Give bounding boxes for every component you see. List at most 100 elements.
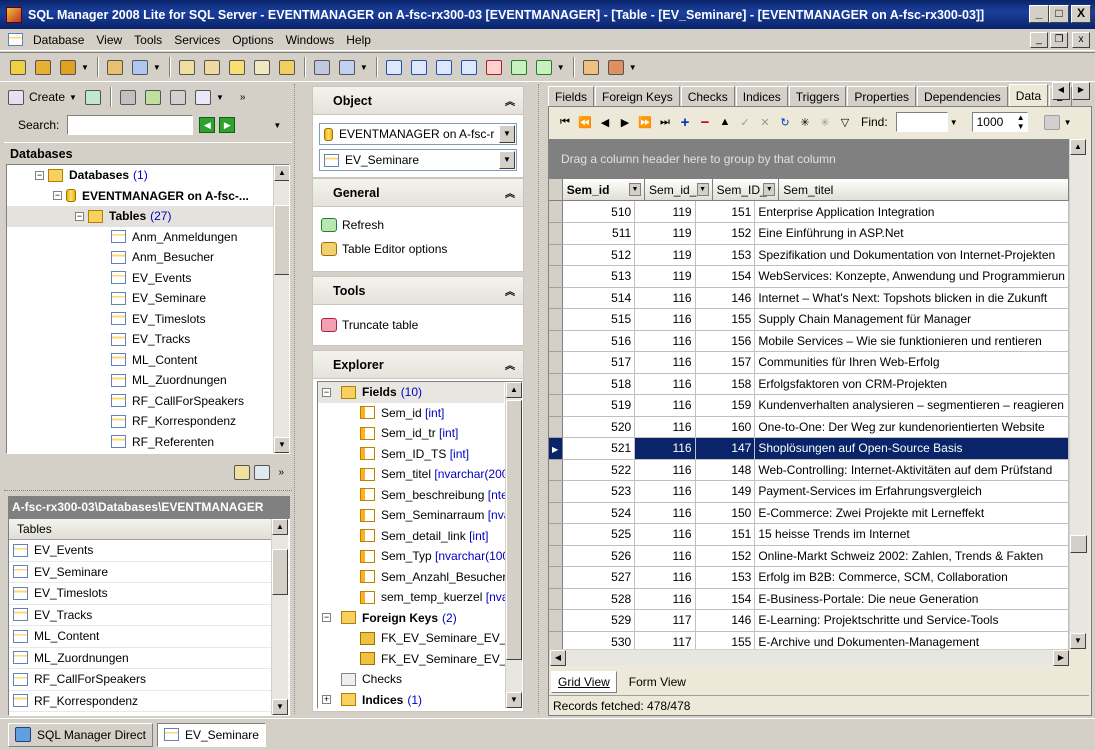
- table-cell[interactable]: Payment-Services im Erfahrungsvergleich: [754, 480, 1069, 503]
- explorer-field-item[interactable]: sem_temp_kuerzel [nvar: [318, 587, 512, 608]
- table-cell[interactable]: WebServices: Konzepte, Anwendung und Pro…: [754, 265, 1069, 288]
- table-cell[interactable]: 150: [695, 502, 756, 524]
- menu-help[interactable]: Help: [340, 33, 377, 47]
- row-indicator[interactable]: [549, 609, 563, 632]
- next-page-button[interactable]: ⏩: [635, 111, 655, 133]
- tab-indices[interactable]: Indices: [735, 86, 788, 108]
- grid-view-tab[interactable]: Grid View: [551, 671, 617, 693]
- table-cell[interactable]: 116: [634, 308, 696, 331]
- dropdown-arrow-icon[interactable]: ▼: [499, 151, 515, 169]
- explorer-field-item[interactable]: Sem_id_tr [int]: [318, 423, 504, 444]
- table-cell[interactable]: 530: [562, 631, 636, 649]
- tree-table-item[interactable]: EV_Seminare: [7, 288, 273, 309]
- table-cell[interactable]: 158: [695, 373, 756, 395]
- search-prev-icon[interactable]: ◀: [199, 117, 216, 133]
- tab-properties[interactable]: Properties: [847, 86, 917, 108]
- tree-table-item[interactable]: Anm_Anmeldungen: [7, 227, 273, 248]
- tree-databases-node[interactable]: − Databases (1): [7, 165, 273, 186]
- collapse-icon[interactable]: −: [53, 191, 62, 201]
- table-row[interactable]: 526 116 152 Online-Markt Schweiz 2002: Zahl…: [549, 545, 1069, 567]
- cancel-edit-button[interactable]: ✕: [755, 111, 775, 133]
- table-row[interactable]: ▶ 521 116 147 Shoplösungen auf Open-Source B…: [549, 437, 1069, 460]
- table-cell[interactable]: 147: [695, 437, 756, 460]
- table-row[interactable]: 525 116 151 15 heisse Trends im Internet: [549, 523, 1069, 546]
- row-indicator[interactable]: [549, 631, 563, 649]
- scroll-up-button[interactable]: ▲: [1070, 139, 1086, 155]
- row-indicator[interactable]: [549, 480, 563, 503]
- table-cell[interactable]: 116: [634, 437, 696, 460]
- table-cell[interactable]: 116: [634, 588, 696, 610]
- table-cell[interactable]: E-Business-Portale: Die neue Generation: [754, 588, 1069, 610]
- table-row[interactable]: 530 117 155 E-Archive und Dokumenten-Manage…: [549, 631, 1069, 649]
- object-table-combo[interactable]: EV_Seminare ▼: [319, 149, 517, 171]
- column-header[interactable]: Sem_id_ ▼: [645, 179, 713, 201]
- tree-table-item[interactable]: RF_Referenten: [7, 432, 273, 453]
- table-cell[interactable]: Erfolgsfaktoren von CRM-Projekten: [754, 373, 1069, 395]
- script-button[interactable]: [225, 56, 249, 78]
- prior-record-button[interactable]: ◀: [595, 111, 615, 133]
- table-row[interactable]: 527 116 153 Erfolg im B2B: Commerce, SCM, C…: [549, 566, 1069, 589]
- table-cell[interactable]: 521: [562, 437, 636, 460]
- tab-data[interactable]: Data: [1008, 84, 1049, 108]
- table-cell[interactable]: 155: [695, 631, 756, 649]
- collapse-chevron-icon[interactable]: ︽: [505, 283, 515, 298]
- table-cell[interactable]: Internet – What's Next: Topshots blicken…: [754, 287, 1069, 309]
- spinner-arrows-icon[interactable]: ▲ ▼: [1017, 113, 1025, 131]
- explorer-fields-node[interactable]: − Fields (10): [318, 382, 504, 403]
- menu-options[interactable]: Options: [226, 33, 279, 47]
- query-builder-button[interactable]: [200, 56, 224, 78]
- row-indicator[interactable]: [549, 330, 563, 352]
- table-row[interactable]: 513 119 154 WebServices: Konzepte, Anwendun…: [549, 265, 1069, 288]
- table-row[interactable]: 515 116 155 Supply Chain Management für Man…: [549, 308, 1069, 331]
- table-cell[interactable]: 117: [634, 609, 696, 632]
- table-row[interactable]: 516 116 156 Mobile Services – Wie sie funkt…: [549, 330, 1069, 352]
- row-indicator[interactable]: [549, 523, 563, 546]
- table-row[interactable]: 510 119 151 Enterprise Application Integrat…: [549, 201, 1069, 223]
- export-button[interactable]: [250, 56, 274, 78]
- table-cell[interactable]: 116: [634, 330, 696, 352]
- mdi-close-button[interactable]: x: [1072, 32, 1090, 48]
- disconnect-button[interactable]: [116, 86, 140, 108]
- table-cell[interactable]: 523: [562, 480, 636, 503]
- splitter[interactable]: [4, 490, 292, 494]
- scroll-up-button[interactable]: ▲: [274, 165, 289, 181]
- unregister-button[interactable]: [604, 56, 628, 78]
- table-editor-options-task[interactable]: Table Editor options: [317, 237, 523, 261]
- table-cell[interactable]: 116: [634, 566, 696, 589]
- scroll-down-button[interactable]: ▼: [1070, 633, 1086, 649]
- table-cell[interactable]: 116: [634, 373, 696, 395]
- sql-editor-button[interactable]: [175, 56, 199, 78]
- properties-button[interactable]: [128, 56, 152, 78]
- tab-foreign-keys[interactable]: Foreign Keys: [595, 86, 680, 108]
- connect-tree-button[interactable]: [141, 86, 165, 108]
- tab-fields[interactable]: Fields: [548, 86, 595, 108]
- last-record-button[interactable]: ⏭: [655, 111, 675, 133]
- table-cell[interactable]: 516: [562, 330, 636, 352]
- table-cell[interactable]: 152: [695, 545, 756, 567]
- table-cell[interactable]: 524: [562, 502, 636, 524]
- table-row[interactable]: 520 116 160 One-to-One: Der Weg zur kundeno…: [549, 416, 1069, 438]
- table-cell[interactable]: 116: [634, 394, 696, 417]
- new-db-button[interactable]: [6, 56, 30, 78]
- scroll-down-button[interactable]: ▼: [272, 699, 288, 715]
- users-button[interactable]: [310, 56, 334, 78]
- table-cell[interactable]: 525: [562, 523, 636, 546]
- bookmark-button[interactable]: ✳: [795, 111, 815, 133]
- window-list-button[interactable]: [457, 56, 481, 78]
- row-indicator[interactable]: ▶: [549, 437, 563, 460]
- scroll-down-button[interactable]: ▼: [506, 692, 522, 708]
- mdi-restore-button[interactable]: ❐: [1050, 32, 1068, 48]
- table-cell[interactable]: E-Commerce: Zwei Projekte mit Lerneffekt: [754, 502, 1069, 524]
- explorer-fk-node[interactable]: − Foreign Keys (2): [318, 608, 504, 629]
- explorer-header[interactable]: Explorer ︽: [313, 351, 523, 379]
- table-cell[interactable]: 116: [634, 351, 696, 374]
- overflow-chevron-icon[interactable]: »: [278, 467, 284, 478]
- filter-dropdown-icon[interactable]: ▼: [629, 183, 642, 196]
- table-cell[interactable]: 116: [634, 287, 696, 309]
- table-row[interactable]: 523 116 149 Payment-Services im Erfahrungsv…: [549, 480, 1069, 503]
- create-button[interactable]: Create: [29, 90, 65, 104]
- row-indicator[interactable]: [549, 502, 563, 524]
- table-cell[interactable]: Supply Chain Management für Manager: [754, 308, 1069, 331]
- table-cell[interactable]: 155: [695, 308, 756, 331]
- refresh-records-button[interactable]: ↻: [775, 111, 795, 133]
